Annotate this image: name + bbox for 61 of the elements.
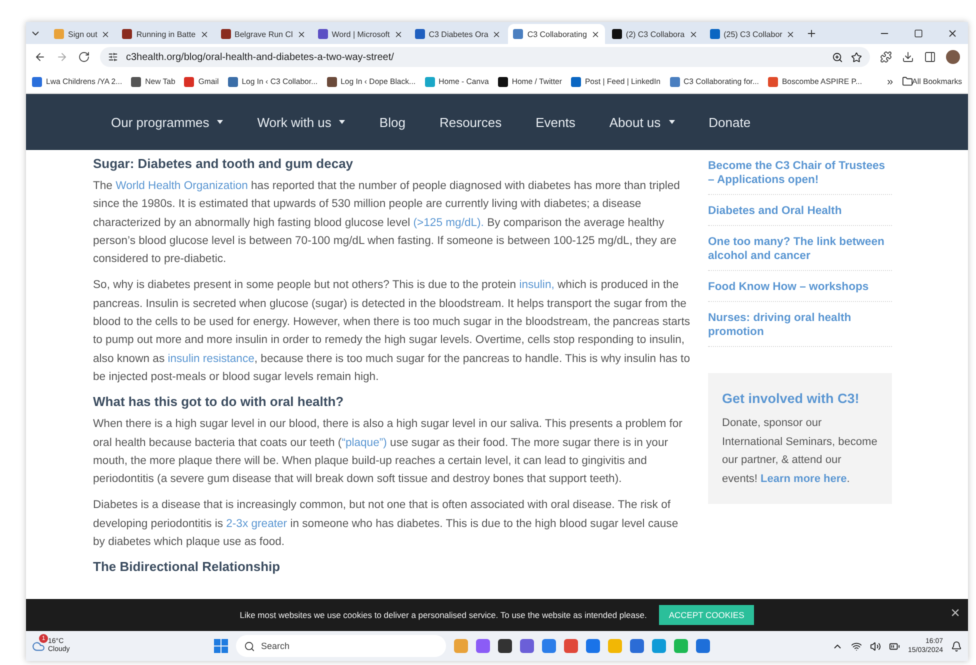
nav-link[interactable]: Resources [439,114,502,130]
back-icon[interactable] [34,51,46,63]
browser-tab[interactable]: Running in Batte [117,24,214,44]
search-icon [244,640,255,652]
caret-icon [668,120,675,124]
nav-link[interactable]: Blog [379,114,406,130]
cookie-message: Like most websites we use cookies to deliver a personalised service. To use the website as intended please. [240,610,647,620]
folder-icon[interactable] [902,76,914,87]
browser-tab[interactable]: (25) C3 Collabor [704,24,800,44]
close-button[interactable]: × [950,606,960,622]
download-icon[interactable] [902,51,914,63]
article-paragraph: The World Health Organization has reported that the number of people diagnosed with diabetes has more than tripled since the 1980s. It is estimated that upwards of 530 million people are currently living with diabetes; a disease characterized by an abnormally high fasting blood glucose level (>125 mg/dL). By comparison the average healthy person’s blood glucose level is between 70-100 mg/dL when fasting. If someone is between 100-125 mg/dL, they are considered to pre-diabetic. [93,179,681,268]
close-icon[interactable] [296,30,306,38]
avatar-icon[interactable] [946,50,960,64]
taskbar-search[interactable]: Search [236,635,446,657]
new-tab-icon[interactable] [806,28,818,38]
close-icon[interactable] [786,30,796,38]
browser-tab[interactable]: (2) C3 Collabora [606,24,703,44]
reload-icon[interactable] [78,51,90,63]
close-icon[interactable] [688,30,698,38]
section-heading: The Bidirectional Relationship [93,559,282,574]
close-icon[interactable] [947,28,958,38]
nav-link[interactable]: Donate [708,114,751,130]
close-icon[interactable] [200,30,209,38]
star-icon[interactable] [851,52,862,62]
nav-link[interactable]: Our programmes [111,114,224,130]
maximize-icon[interactable] [914,28,923,38]
close-icon[interactable] [394,30,403,38]
app-icon[interactable] [498,639,512,653]
card-text: Donate, sponsor our International Seminars, become our partner, & attend our events! Learn more here. [722,416,878,486]
browser-tab[interactable]: Belgrave Run Cl [216,24,311,44]
extensions-icon[interactable] [880,51,892,63]
zoom-icon[interactable] [832,52,843,62]
article-paragraph: So, why is diabetes present in some people but not others? This is due to the protein insulin, which is produced in the pancreas. Insulin is secreted when glucose (sugar) is detected in the bloodstream. It helps transport the sugar from the blood to the cells to be used for energy. However, when there is too much sugar in the bloodstream, the pancreas starts to pump out more and more insulin in order to remedy the high sugar levels. Overtime, cells stop responding to insulin, also known as insulin resistance, because there is too much sugar for the pancreas to handle. This is why insulin has to be injected post-meals or blood sugar levels remain high. [93,278,690,385]
nav-link[interactable]: Events [536,114,576,130]
cloud-icon[interactable] [32,640,45,652]
article-paragraph: Diabetes is a disease that is increasingly common, but not one that is often associated with oral disease. The risk of developing periodontitis is 2-3x greater in someone who has diabetes. This is due to the high blood sugar level cause by diabetes which plaque use as food. [93,498,680,550]
browser-tab[interactable]: C3 Diabetes Ora [410,24,506,44]
close-icon[interactable] [101,30,110,38]
section-heading: What has this got to do with oral health? [93,394,345,410]
browser-tab[interactable]: Word | Microsoft [312,24,408,44]
browser-tab[interactable]: Sign out [49,24,116,44]
close-icon[interactable] [590,30,600,38]
article-paragraph: When there is a high sugar level in our blood, there is also a high sugar level in our saliva. This presents a problem for oral health because bacteria that coats our teeth (“plaque”) use sugar as their food. The more sugar there is in your mouth, the more plaque there will be. When plaque build-up reaches a certain level, it can lead to gingivitis and periodontitis (a severe gum disease that will break down soft tissue and destroy bones that support teeth). [93,417,684,488]
site-settings-icon[interactable] [108,52,118,62]
side-panel-icon[interactable] [924,51,936,63]
more-bookmarks-button[interactable]: » [887,76,894,88]
caret-icon [217,120,224,124]
close-icon[interactable] [492,30,502,38]
bell-icon[interactable] [951,640,962,652]
nav-link[interactable]: Work with us [257,114,346,130]
card-title: Get involved with C3! [722,391,860,406]
caret-icon [339,120,346,124]
browser-tab[interactable]: C3 Collaborating [508,24,605,44]
volume-icon[interactable] [870,640,881,652]
address-bar[interactable]: c3health.org/blog/oral-health-and-diabetes-a-two-way-street/ [100,47,870,67]
wifi-icon[interactable] [850,640,862,652]
nav-link[interactable]: About us [609,114,675,130]
start-icon[interactable] [214,639,228,653]
battery-icon[interactable] [888,640,900,652]
section-heading: Sugar: Diabetes and tooth and gum decay [93,156,354,171]
